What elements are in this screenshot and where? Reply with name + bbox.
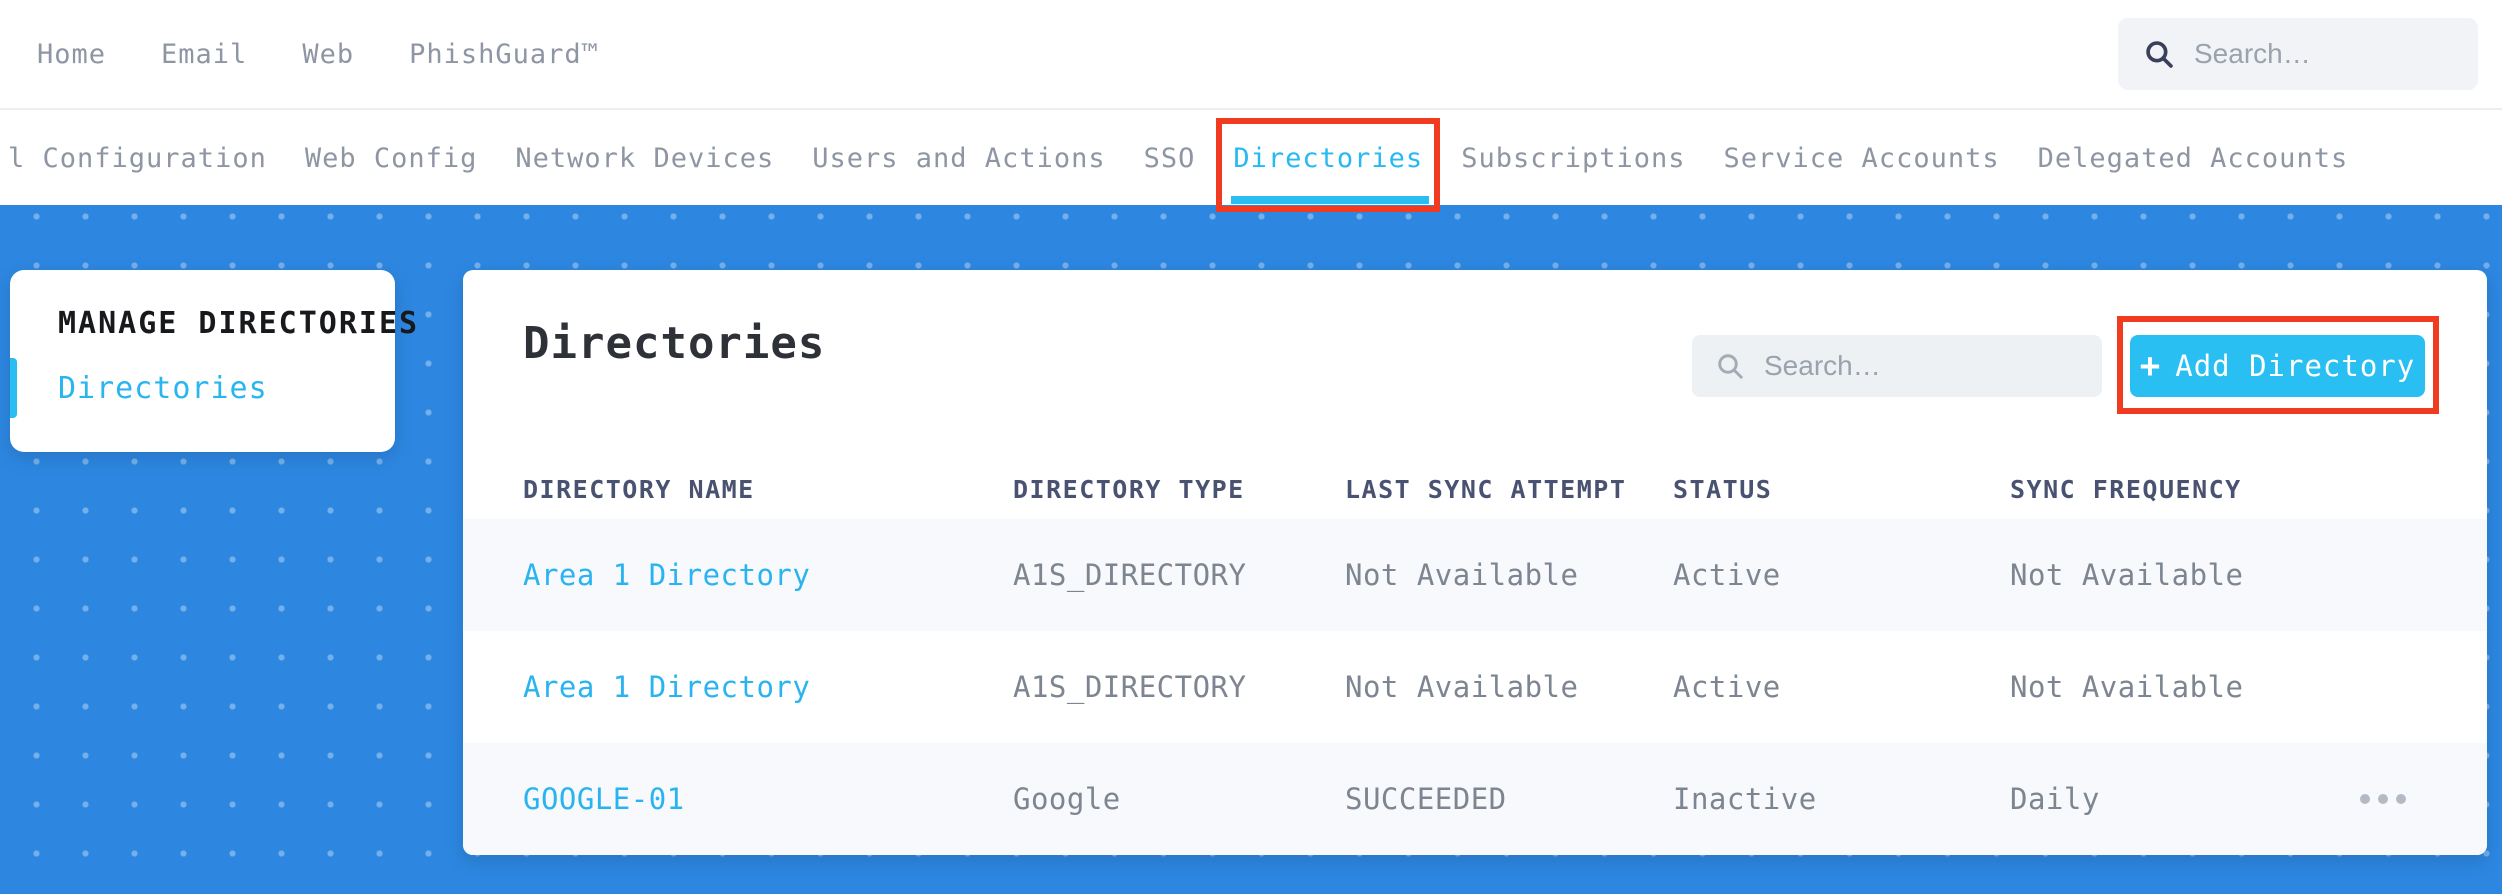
status-cell: Active xyxy=(1673,670,1781,704)
settings-tab-bar: l Configuration Web Config Network Devic… xyxy=(0,112,2502,212)
primary-nav: Home Email Web PhishGuard™ xyxy=(37,0,599,108)
add-directory-button[interactable]: + Add Directory xyxy=(2130,335,2425,397)
search-icon xyxy=(1714,350,1746,382)
plus-icon: + xyxy=(2139,346,2162,386)
more-options-icon[interactable] xyxy=(2360,794,2427,804)
column-header-status: STATUS xyxy=(1673,475,1773,504)
table-row: GOOGLE-01 Google SUCCEEDED Inactive Dail… xyxy=(463,743,2487,855)
directories-search[interactable] xyxy=(1692,335,2102,397)
column-header-directory-type: DIRECTORY TYPE xyxy=(1013,475,1245,504)
directories-table: DIRECTORY NAME DIRECTORY TYPE LAST SYNC … xyxy=(463,460,2487,855)
tab-service-accounts[interactable]: Service Accounts xyxy=(1724,143,2000,174)
sync-frequency-cell: Not Available xyxy=(2010,670,2244,704)
column-header-directory-name: DIRECTORY NAME xyxy=(523,475,755,504)
nav-item-home[interactable]: Home xyxy=(37,39,106,70)
nav-item-phishguard[interactable]: PhishGuard™ xyxy=(409,39,599,70)
active-tab-underline xyxy=(1231,196,1430,204)
tab-users-and-actions[interactable]: Users and Actions xyxy=(812,143,1105,174)
table-header-row: DIRECTORY NAME DIRECTORY TYPE LAST SYNC … xyxy=(463,460,2487,519)
directory-name-link[interactable]: Area 1 Directory xyxy=(523,670,1013,704)
last-sync-attempt-cell: SUCCEEDED xyxy=(1345,782,1507,816)
top-bar: Home Email Web PhishGuard™ xyxy=(0,0,2502,110)
table-row: Area 1 Directory A1S_DIRECTORY Not Avail… xyxy=(463,519,2487,631)
tab-directories[interactable]: Directories xyxy=(1216,118,1441,212)
nav-item-web[interactable]: Web xyxy=(302,39,354,70)
manage-directories-card: MANAGE DIRECTORIES Directories xyxy=(10,270,420,452)
sidebar-title: MANAGE DIRECTORIES xyxy=(58,306,420,341)
tab-network-devices[interactable]: Network Devices xyxy=(515,143,774,174)
directories-search-input[interactable] xyxy=(1762,349,2092,383)
status-cell: Active xyxy=(1673,558,1781,592)
directory-type-cell: A1S_DIRECTORY xyxy=(1013,670,1247,704)
table-row: Area 1 Directory A1S_DIRECTORY Not Avail… xyxy=(463,631,2487,743)
last-sync-attempt-cell: Not Available xyxy=(1345,670,1579,704)
sync-frequency-cell: Daily xyxy=(2010,782,2100,816)
directory-name-link[interactable]: GOOGLE-01 xyxy=(523,782,1013,816)
directory-type-cell: A1S_DIRECTORY xyxy=(1013,558,1247,592)
directories-panel: Directories + Add Directory DIRECTORY NA… xyxy=(463,270,2487,855)
directory-type-cell: Google xyxy=(1013,782,1121,816)
tab-email-configuration[interactable]: l Configuration xyxy=(8,143,267,174)
add-directory-button-label: Add Directory xyxy=(2175,349,2416,383)
last-sync-attempt-cell: Not Available xyxy=(1345,558,1579,592)
tab-delegated-accounts[interactable]: Delegated Accounts xyxy=(2038,143,2349,174)
tab-web-config[interactable]: Web Config xyxy=(305,143,478,174)
column-header-last-sync-attempt: LAST SYNC ATTEMPT xyxy=(1345,475,1627,504)
status-cell: Inactive xyxy=(1673,782,1817,816)
page-title: Directories xyxy=(523,318,826,369)
column-header-sync-frequency: SYNC FREQUENCY xyxy=(2010,475,2242,504)
directory-name-link[interactable]: Area 1 Directory xyxy=(523,558,1013,592)
global-search-input[interactable] xyxy=(2192,37,2466,71)
active-item-indicator xyxy=(10,358,17,418)
tab-sso[interactable]: SSO xyxy=(1144,143,1196,174)
sync-frequency-cell: Not Available xyxy=(2010,558,2244,592)
global-search[interactable] xyxy=(2118,18,2478,90)
nav-item-email[interactable]: Email xyxy=(161,39,247,70)
sidebar-item-directories[interactable]: Directories xyxy=(10,358,395,418)
add-directory-button-wrap: + Add Directory xyxy=(2117,316,2439,414)
search-icon xyxy=(2142,37,2176,71)
sidebar-item-label: Directories xyxy=(58,371,268,406)
tab-directories-label: Directories xyxy=(1233,143,1424,174)
tab-subscriptions[interactable]: Subscriptions xyxy=(1461,143,1685,174)
content-area: MANAGE DIRECTORIES Directories Directori… xyxy=(0,205,2502,894)
